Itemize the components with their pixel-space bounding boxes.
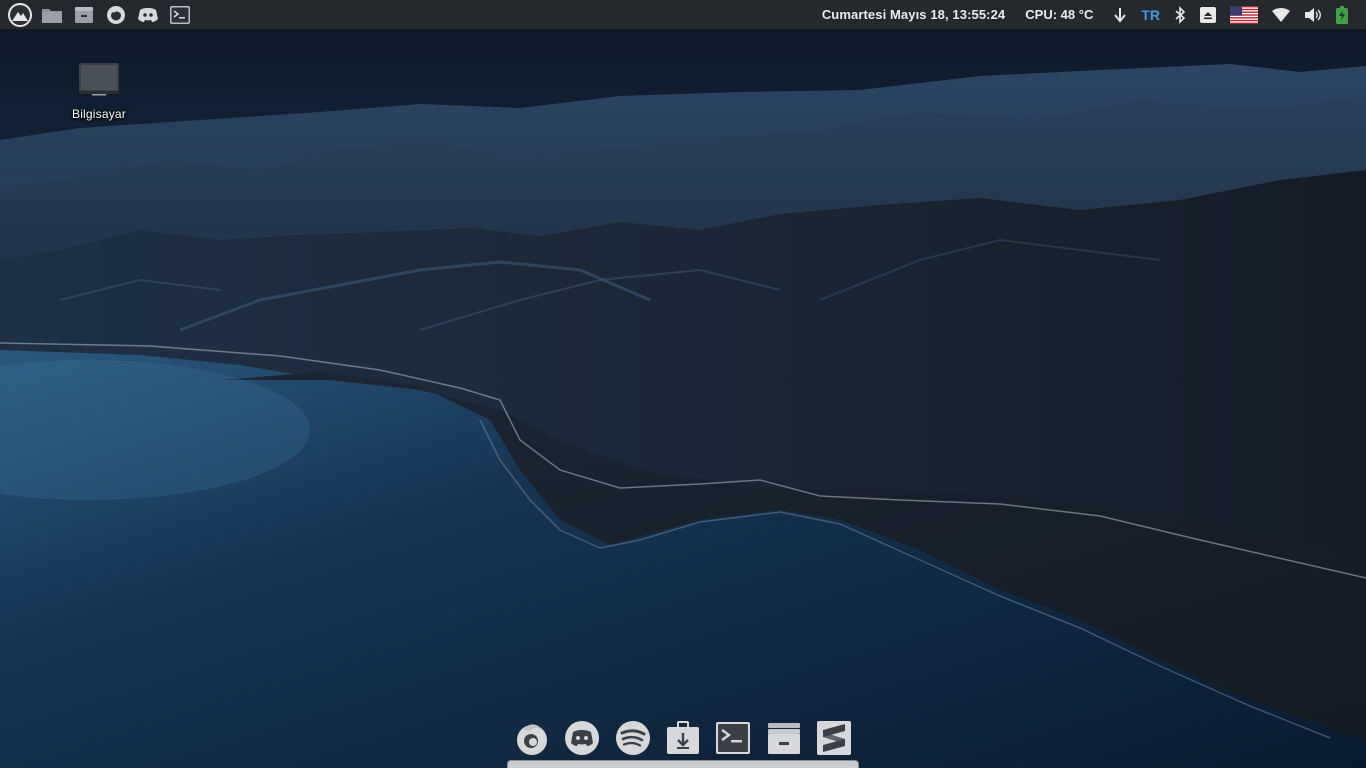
bluetooth-indicator[interactable] (1174, 0, 1186, 29)
keyboard-layout-indicator[interactable]: TR (1141, 7, 1160, 23)
panel-launchers (4, 0, 196, 29)
menu-logo-icon (8, 2, 32, 27)
discord-icon (565, 721, 600, 755)
terminal-icon (716, 722, 751, 754)
dock-item-discord[interactable] (562, 718, 602, 758)
cpu-temperature[interactable]: CPU: 48 °C (1025, 7, 1093, 22)
us-flag-icon (1230, 5, 1258, 24)
application-menu-button[interactable] (4, 0, 36, 29)
terminal-launcher[interactable] (164, 0, 196, 29)
power-indicator[interactable] (1336, 0, 1348, 29)
monitor-icon (79, 63, 119, 96)
wifi-icon (1272, 7, 1290, 22)
updates-indicator[interactable] (1113, 0, 1127, 29)
dock-item-spotify[interactable] (613, 718, 653, 758)
terminal-icon (170, 5, 190, 24)
file-manager-launcher[interactable] (68, 0, 100, 29)
download-arrow-icon (1114, 7, 1127, 23)
firefox-icon (517, 724, 547, 755)
desktop-icon-computer[interactable]: Bilgisayar (64, 60, 134, 130)
firefox-icon (107, 5, 125, 24)
keyboard-flag-indicator[interactable] (1230, 0, 1258, 29)
spotify-icon (615, 721, 650, 755)
bluetooth-icon (1175, 5, 1186, 24)
volume-icon (1305, 7, 1321, 22)
removable-media-indicator[interactable] (1200, 0, 1216, 29)
network-indicator[interactable] (1272, 0, 1290, 29)
discord-icon (138, 7, 158, 22)
desktop-wallpaper (0, 0, 1366, 768)
folder-launcher[interactable] (36, 0, 68, 29)
download-manager-icon (666, 721, 699, 754)
sound-indicator[interactable] (1304, 0, 1322, 29)
desktop-icon-label: Bilgisayar (71, 107, 127, 121)
dock-item-download-manager[interactable] (663, 718, 703, 758)
dock (508, 716, 858, 760)
panel-indicators: Cumartesi Mayıs 18, 13:55:24 CPU: 48 °C … (822, 0, 1366, 29)
top-panel: Cumartesi Mayıs 18, 13:55:24 CPU: 48 °C … (0, 0, 1366, 30)
dock-item-sublime-text[interactable] (814, 718, 854, 758)
folder-icon (42, 8, 62, 23)
firefox-launcher[interactable] (100, 0, 132, 29)
dock-item-terminal[interactable] (713, 718, 753, 758)
battery-icon (1336, 5, 1348, 24)
file-manager-icon (75, 6, 93, 23)
sublime-text-icon (816, 721, 851, 755)
dock-item-firefox[interactable] (512, 718, 552, 758)
file-manager-icon (767, 723, 800, 754)
discord-launcher[interactable] (132, 0, 164, 29)
taskbar-strip[interactable] (507, 760, 859, 768)
dock-item-file-manager[interactable] (764, 718, 804, 758)
eject-icon (1200, 6, 1216, 23)
clock[interactable]: Cumartesi Mayıs 18, 13:55:24 (822, 7, 1005, 22)
